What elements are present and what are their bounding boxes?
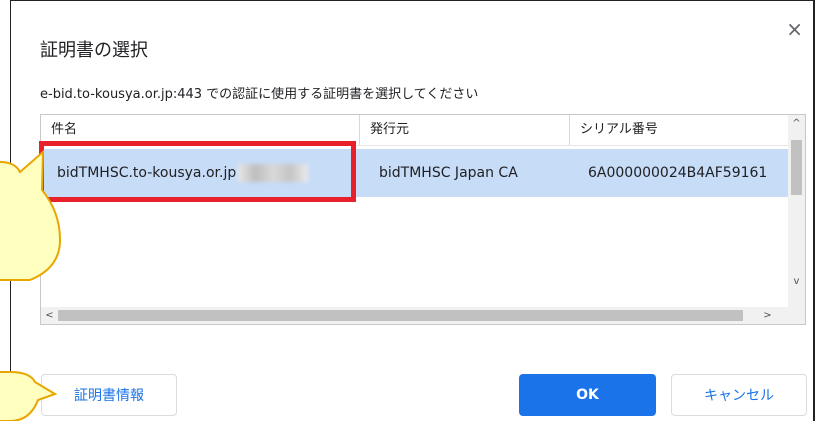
- callout-bubble-bottom: [0, 371, 58, 421]
- callout-bubble-top: [0, 149, 62, 281]
- callout-annotations: [0, 149, 62, 421]
